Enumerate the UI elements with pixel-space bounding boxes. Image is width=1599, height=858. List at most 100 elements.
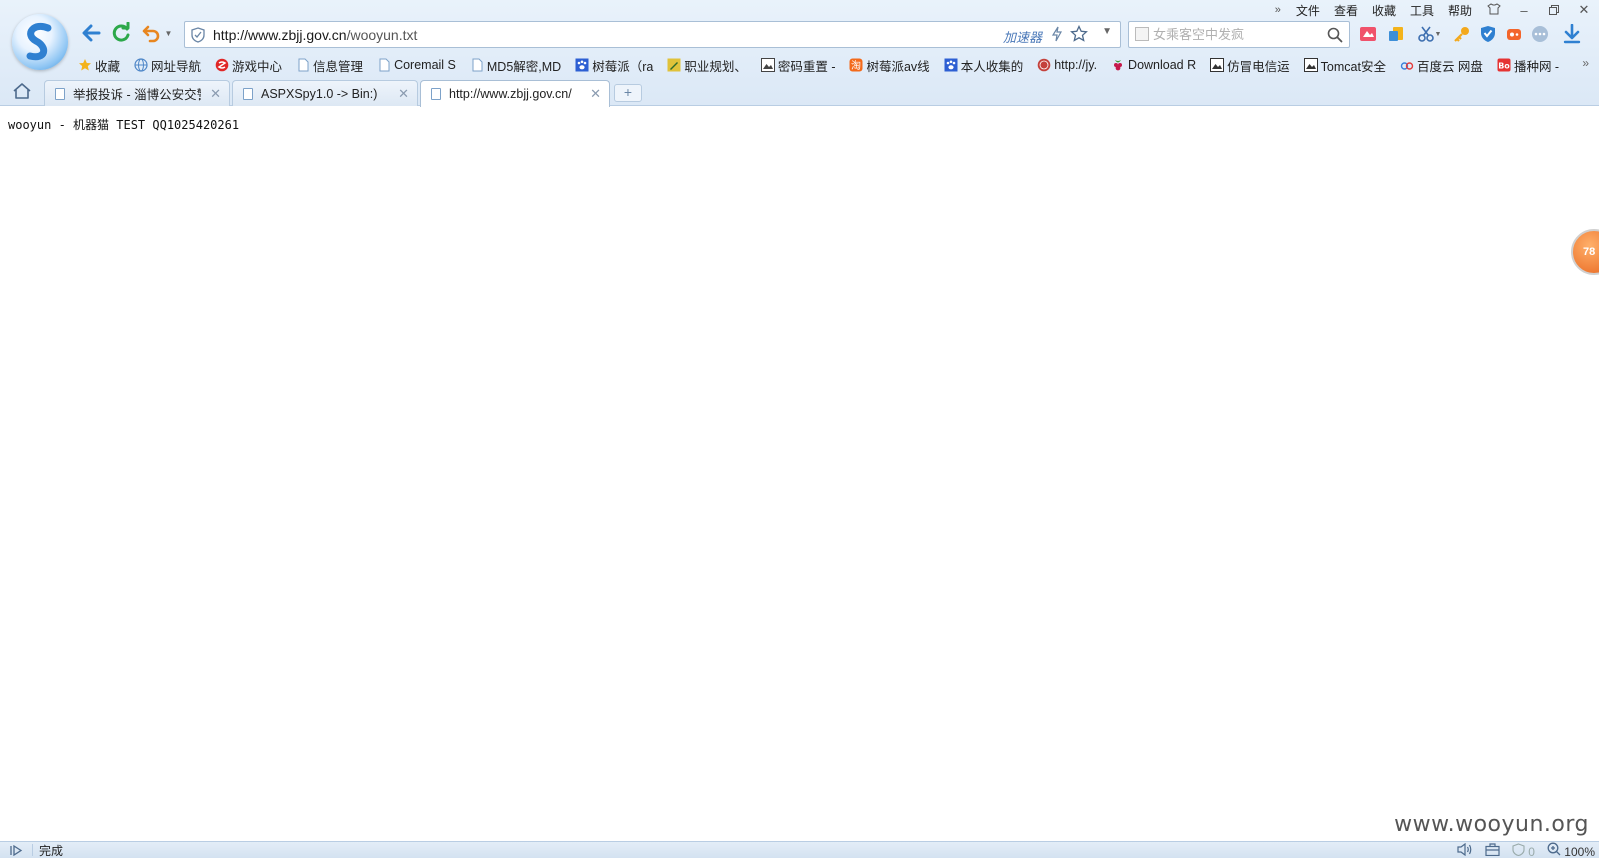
tab-aspxspy[interactable]: ASPXSpy1.0 -> Bin:) ✕ bbox=[232, 80, 418, 106]
adblock-status[interactable]: 0 bbox=[1512, 842, 1535, 858]
restore-icon[interactable] bbox=[1539, 3, 1569, 18]
chevron-down-icon: ▼ bbox=[1434, 30, 1442, 38]
bookmark-item[interactable]: Bo 播种网 - bbox=[1497, 56, 1559, 75]
bookmark-label: 仿冒电信运 bbox=[1227, 59, 1290, 74]
tab-close-icon[interactable]: ✕ bbox=[590, 86, 601, 102]
lightning-icon[interactable] bbox=[1051, 26, 1063, 45]
sogou-logo-icon[interactable] bbox=[12, 14, 68, 70]
zoom-level: 100% bbox=[1564, 845, 1595, 858]
minimize-icon[interactable]: – bbox=[1509, 3, 1539, 18]
bookmark-item[interactable]: Download R bbox=[1111, 58, 1196, 72]
taobao-icon: 淘 bbox=[849, 58, 863, 72]
image-icon bbox=[760, 58, 775, 72]
url-domain: http://www.zbjj.gov.cn bbox=[213, 27, 347, 43]
bookmark-label: 本人收集的 bbox=[960, 59, 1024, 74]
tab-label: ASPXSpy1.0 -> Bin:) bbox=[261, 86, 378, 101]
bookmark-item[interactable]: 密码重置 - bbox=[760, 56, 835, 75]
image-icon bbox=[1303, 58, 1318, 72]
bookmark-item[interactable]: 本人收集的 bbox=[944, 56, 1024, 75]
toolbox-icon[interactable] bbox=[1485, 842, 1500, 858]
new-tab-button[interactable]: + bbox=[614, 84, 642, 102]
back-button[interactable] bbox=[78, 20, 104, 46]
search-box[interactable] bbox=[1128, 21, 1350, 48]
security-shield-icon[interactable] bbox=[191, 27, 205, 46]
tab-close-icon[interactable]: ✕ bbox=[398, 86, 409, 102]
menu-view[interactable]: 查看 bbox=[1327, 2, 1365, 19]
zoom-control[interactable]: 100% bbox=[1547, 842, 1595, 858]
bookmark-item[interactable]: Coremail S bbox=[377, 58, 456, 72]
bookmark-item[interactable]: 仿冒电信运 bbox=[1210, 56, 1290, 75]
bookmark-label: 信息管理 bbox=[313, 59, 364, 74]
star-icon bbox=[78, 58, 92, 72]
bookmark-label: Tomcat安全 bbox=[1320, 59, 1386, 74]
bookmark-item[interactable]: 信息管理 bbox=[296, 56, 363, 75]
page-icon bbox=[431, 88, 441, 100]
download-icon[interactable] bbox=[1562, 24, 1582, 44]
bookmark-label: 职业规划、 bbox=[684, 59, 747, 74]
menu-tools[interactable]: 工具 bbox=[1403, 2, 1441, 19]
sync-icon[interactable] bbox=[1386, 24, 1406, 44]
paw-icon bbox=[575, 58, 589, 72]
refresh-button[interactable] bbox=[108, 20, 134, 46]
bookmark-item[interactable]: 百度云 网盘 bbox=[1400, 56, 1483, 75]
watermark-text: www.wooyun.org bbox=[1394, 812, 1589, 837]
key-icon[interactable] bbox=[1452, 24, 1472, 44]
volume-icon[interactable] bbox=[1457, 842, 1473, 858]
bookmark-item[interactable]: 收藏 bbox=[78, 56, 120, 75]
scissors-tool-button[interactable]: ▼ bbox=[1414, 24, 1444, 44]
bookmark-item[interactable]: 网址导航 bbox=[134, 56, 201, 75]
accelerator-button[interactable]: 加速器 bbox=[1003, 27, 1042, 46]
bookmark-item[interactable]: 树莓派（ra bbox=[575, 56, 653, 75]
screenshot-tool-icon[interactable] bbox=[1358, 24, 1378, 44]
page-icon bbox=[55, 87, 65, 100]
bookmark-item[interactable]: 淘树莓派av线 bbox=[849, 56, 930, 75]
tab-wooyun-txt[interactable]: http://www.zbjj.gov.cn/ ✕ bbox=[420, 80, 610, 107]
undo-close-tab-button[interactable]: ▼ bbox=[140, 20, 174, 46]
search-input[interactable] bbox=[1153, 25, 1323, 44]
bookmarks-overflow-icon[interactable]: » bbox=[1582, 56, 1589, 70]
bookmark-star-icon[interactable] bbox=[1070, 24, 1088, 46]
page-icon bbox=[470, 58, 484, 72]
bookmark-label: 树莓派av线 bbox=[866, 59, 930, 74]
bookmark-label: 树莓派（ra bbox=[592, 59, 654, 74]
bookmark-item[interactable]: 游戏中心 bbox=[215, 56, 282, 75]
menu-expand-icon[interactable]: » bbox=[1268, 4, 1289, 16]
pencil-icon bbox=[667, 58, 681, 72]
menu-favorites[interactable]: 收藏 bbox=[1365, 2, 1403, 19]
tab-report-complaint[interactable]: 举报投诉 - 淄博公安交警 ✕ bbox=[44, 80, 230, 106]
zoom-icon bbox=[1547, 842, 1561, 856]
side-floating-badge[interactable]: 78 bbox=[1571, 229, 1599, 275]
refresh-icon bbox=[112, 22, 130, 42]
more-options-icon[interactable] bbox=[1530, 24, 1550, 44]
address-dropdown-icon[interactable]: ▼ bbox=[1102, 26, 1112, 37]
menu-file[interactable]: 文件 bbox=[1289, 2, 1327, 19]
close-window-icon[interactable]: ✕ bbox=[1569, 2, 1599, 18]
page-icon bbox=[296, 58, 310, 72]
status-bar: 完成 0 100% bbox=[0, 841, 1599, 858]
raspberry-icon bbox=[1111, 58, 1125, 72]
bookmark-label: 播种网 - bbox=[1513, 59, 1560, 74]
address-bar[interactable]: http://www.zbjj.gov.cn/wooyun.txt 加速器 ▼ bbox=[184, 21, 1121, 48]
skin-icon[interactable] bbox=[1479, 2, 1509, 18]
top-menu-bar: » 文件 查看 收藏 工具 帮助 – ✕ bbox=[1268, 0, 1599, 20]
security-guard-icon[interactable] bbox=[1478, 24, 1498, 44]
search-engine-icon[interactable] bbox=[1135, 27, 1149, 41]
bookmark-label: Coremail S bbox=[394, 58, 456, 72]
bookmark-item[interactable]: MD5解密,MD bbox=[470, 56, 561, 75]
tab-close-icon[interactable]: ✕ bbox=[210, 86, 221, 102]
document-text: wooyun - 机器猫 TEST QQ1025420261 bbox=[8, 118, 240, 132]
status-text: 完成 bbox=[39, 843, 64, 858]
undo-icon bbox=[142, 25, 159, 43]
bookmark-item[interactable]: http://jy. bbox=[1037, 58, 1097, 72]
sidebar-toggle-icon[interactable] bbox=[10, 844, 26, 856]
search-icon[interactable] bbox=[1327, 27, 1343, 46]
bookmark-item[interactable]: Tomcat安全 bbox=[1303, 56, 1386, 75]
bookmark-item[interactable]: 职业规划、 bbox=[667, 56, 747, 75]
page-content: wooyun - 机器猫 TEST QQ1025420261 78 www.wo… bbox=[0, 107, 1599, 841]
url-text[interactable]: http://www.zbjj.gov.cn/wooyun.txt bbox=[213, 27, 417, 43]
home-button[interactable] bbox=[12, 82, 32, 103]
game-accelerator-icon[interactable] bbox=[1504, 24, 1524, 44]
home-icon bbox=[13, 83, 31, 99]
bookmark-label: MD5解密,MD bbox=[486, 59, 562, 74]
menu-help[interactable]: 帮助 bbox=[1441, 2, 1479, 19]
